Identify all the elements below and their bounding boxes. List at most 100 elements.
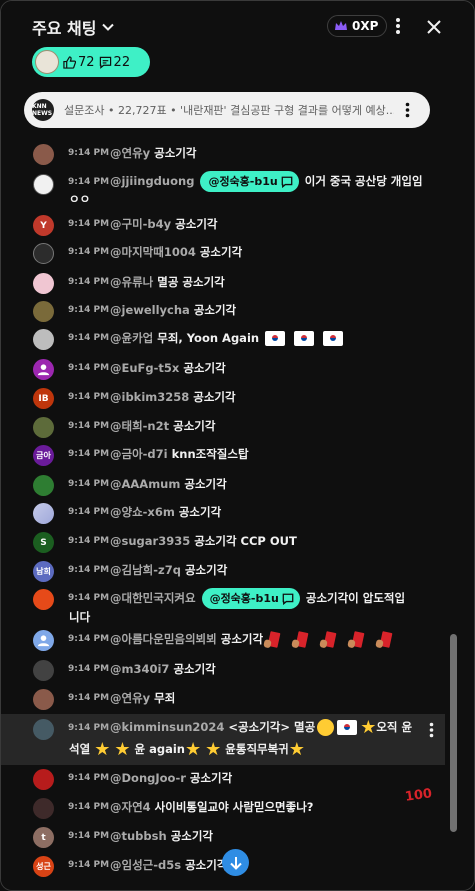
chat-message[interactable]: 9:14 PM @DongJoo-r 공소기각	[1, 767, 445, 792]
message-author[interactable]: @연유y	[110, 146, 150, 160]
chat-message[interactable]: t 9:14 PM @tubbsh 공소기각	[1, 825, 445, 850]
chat-message[interactable]: 9:14 PM @자연4 사이비통일교야 사람믿으면좋나?	[1, 796, 445, 821]
message-timestamp: 9:14 PM	[68, 305, 110, 315]
chat-message[interactable]: 9:14 PM @양쇼-x6m 공소기각	[1, 501, 445, 526]
chat-message[interactable]: 9:14 PM @아름다운믿음의뵈뵈 공소기각	[1, 628, 445, 654]
close-button[interactable]	[422, 15, 446, 39]
chat-message[interactable]: IB 9:14 PM @ibkim3258 공소기각	[1, 386, 445, 411]
message-text: 공소기각	[178, 505, 222, 519]
more-vert-icon	[429, 722, 433, 738]
avatar	[33, 475, 54, 496]
message-text: 공소기각	[184, 563, 228, 577]
message-timestamp: 9:14 PM	[68, 421, 110, 431]
message-author[interactable]: @EuFg-t5x	[110, 361, 179, 375]
message-timestamp: 9:14 PM	[68, 277, 110, 287]
message-author[interactable]: @자연4	[110, 800, 151, 814]
message-timestamp: 9:14 PM	[68, 333, 110, 343]
message-author[interactable]: @m340i7	[110, 662, 169, 676]
chat-message[interactable]: 금아 9:14 PM @금아-d7i knn조작질스탑	[1, 443, 445, 468]
chat-message[interactable]: S 9:14 PM @sugar3935 공소기각 CCP OUT	[1, 530, 445, 555]
avatar: 남희	[33, 561, 54, 582]
message-timestamp: 9:14 PM	[68, 831, 110, 841]
poll-banner[interactable]: KNN NEWS 설문조사 • 22,727표 • '내란재판' 결심공판 구형…	[24, 92, 430, 128]
message-author[interactable]: @구미-b4y	[110, 217, 171, 231]
chat-message[interactable]: 9:14 PM @jewellycha 공소기각	[1, 299, 445, 324]
message-timestamp: 9:14 PM	[68, 536, 110, 546]
message-text: 공소기각	[193, 303, 237, 317]
chat-message[interactable]: Y 9:14 PM @구미-b4y 공소기각	[1, 213, 445, 238]
message-timestamp: 9:14 PM	[68, 693, 110, 703]
chat-message[interactable]: 9:14 PM @연유y 무죄	[1, 687, 445, 712]
message-author[interactable]: @윤카업	[110, 331, 153, 345]
message-text: 공소기각	[183, 361, 226, 375]
scroll-to-bottom-button[interactable]	[222, 849, 249, 876]
message-author[interactable]: @AAAmum	[110, 477, 180, 491]
chat-message[interactable]: 9:14 PM @EuFg-t5x 공소기각	[1, 357, 445, 382]
message-text: 공소기각 CCP OUT	[194, 534, 297, 548]
message-author[interactable]: @kimminsun2024	[110, 720, 224, 734]
message-author[interactable]: @jewellycha	[110, 303, 190, 317]
more-vert-icon	[405, 102, 409, 118]
message-text: 공소기각	[220, 632, 264, 646]
message-text-continued: 니다	[69, 610, 91, 624]
more-vert-icon	[396, 18, 400, 34]
message-author[interactable]: @양쇼-x6m	[110, 505, 175, 519]
xp-badge[interactable]: 0XP	[327, 15, 388, 37]
message-author[interactable]: @jjiingduong	[110, 174, 194, 188]
message-author[interactable]: @tubbsh	[110, 829, 167, 843]
message-author[interactable]: @유류나	[110, 275, 153, 289]
message-author[interactable]: @sugar3935	[110, 534, 190, 548]
message-timestamp: 9:14 PM	[68, 634, 110, 644]
avatar: 성근	[33, 856, 54, 877]
message-timestamp: 9:14 PM	[68, 247, 110, 257]
avatar	[33, 273, 54, 294]
chat-message-hovered[interactable]: 9:14 PM @kimminsun2024 <공소기각> 멸공 ★오직 윤 석열 …	[1, 714, 445, 765]
message-author[interactable]: @김남희-z7q	[110, 563, 181, 577]
message-more-button[interactable]	[423, 722, 439, 738]
avatar	[33, 589, 54, 610]
chat-message[interactable]: 9:14 PM @jjiingduong @정숙홍-b1u 이거 중국 공산당 개입…	[1, 169, 445, 211]
star-emoji: ★	[184, 739, 202, 760]
chat-message[interactable]: 9:14 PM @대한민국지켜요 @정숙홍-b1u 공소기각이 압도적입 니다	[1, 587, 445, 629]
message-timestamp: 9:14 PM	[68, 363, 110, 373]
message-author[interactable]: @대한민국지켜요	[110, 591, 196, 605]
chat-message[interactable]: 9:14 PM @유류나 멸공 공소기각	[1, 271, 445, 296]
reaction-summary-pill[interactable]: 72 22	[32, 47, 150, 77]
message-author[interactable]: @임성근-d5s	[110, 858, 181, 872]
avatar	[33, 174, 54, 195]
mention-text: @정숙홍-b1u	[209, 592, 279, 605]
star-emoji: ★	[94, 739, 111, 760]
message-timestamp: 9:14 PM	[68, 565, 110, 575]
comments-number: 22	[113, 54, 131, 70]
chat-message[interactable]: 9:14 PM @윤카업 무죄, Yoon Again	[1, 327, 445, 352]
avatar: S	[33, 532, 54, 553]
chat-message[interactable]: 9:14 PM @연유y 공소기각	[1, 142, 445, 167]
avatar	[33, 719, 54, 740]
korea-flag-emoji	[265, 331, 286, 346]
message-text-continued: 석열	[69, 742, 91, 756]
mention-chip[interactable]: @정숙홍-b1u	[200, 171, 299, 192]
chat-message[interactable]: 남희 9:14 PM @김남희-z7q 공소기각	[1, 559, 445, 584]
message-author[interactable]: @마지막때1004	[110, 245, 196, 259]
chat-message[interactable]: 9:14 PM @마지막때1004 공소기각	[1, 241, 445, 266]
avatar	[35, 50, 59, 74]
message-author[interactable]: @아름다운믿음의뵈뵈	[110, 632, 217, 646]
mention-chip[interactable]: @정숙홍-b1u	[201, 588, 300, 609]
message-text: 공소기각이 압도적입	[305, 591, 406, 605]
message-author[interactable]: @ibkim3258	[110, 390, 189, 404]
avatar	[33, 243, 54, 264]
chat-scrollbar-thumb[interactable]	[450, 634, 457, 832]
avatar	[33, 630, 54, 651]
korea-flag-emoji	[337, 720, 358, 735]
chat-mode-dropdown[interactable]: 주요 채팅	[32, 15, 116, 39]
message-author[interactable]: @태희-n2t	[110, 419, 169, 433]
chat-message[interactable]: 9:14 PM @m340i7 공소기각	[1, 658, 445, 683]
banner-more-button[interactable]	[398, 101, 416, 119]
chat-message[interactable]: 9:14 PM @AAAmum 공소기각	[1, 473, 445, 498]
chat-message[interactable]: 9:14 PM @태희-n2t 공소기각	[1, 415, 445, 440]
message-author[interactable]: @연유y	[110, 691, 150, 705]
message-author[interactable]: @DongJoo-r	[110, 771, 186, 785]
more-options-button[interactable]	[387, 15, 409, 37]
message-text: 무죄, Yoon Again	[157, 331, 260, 345]
message-author[interactable]: @금아-d7i	[110, 447, 168, 461]
